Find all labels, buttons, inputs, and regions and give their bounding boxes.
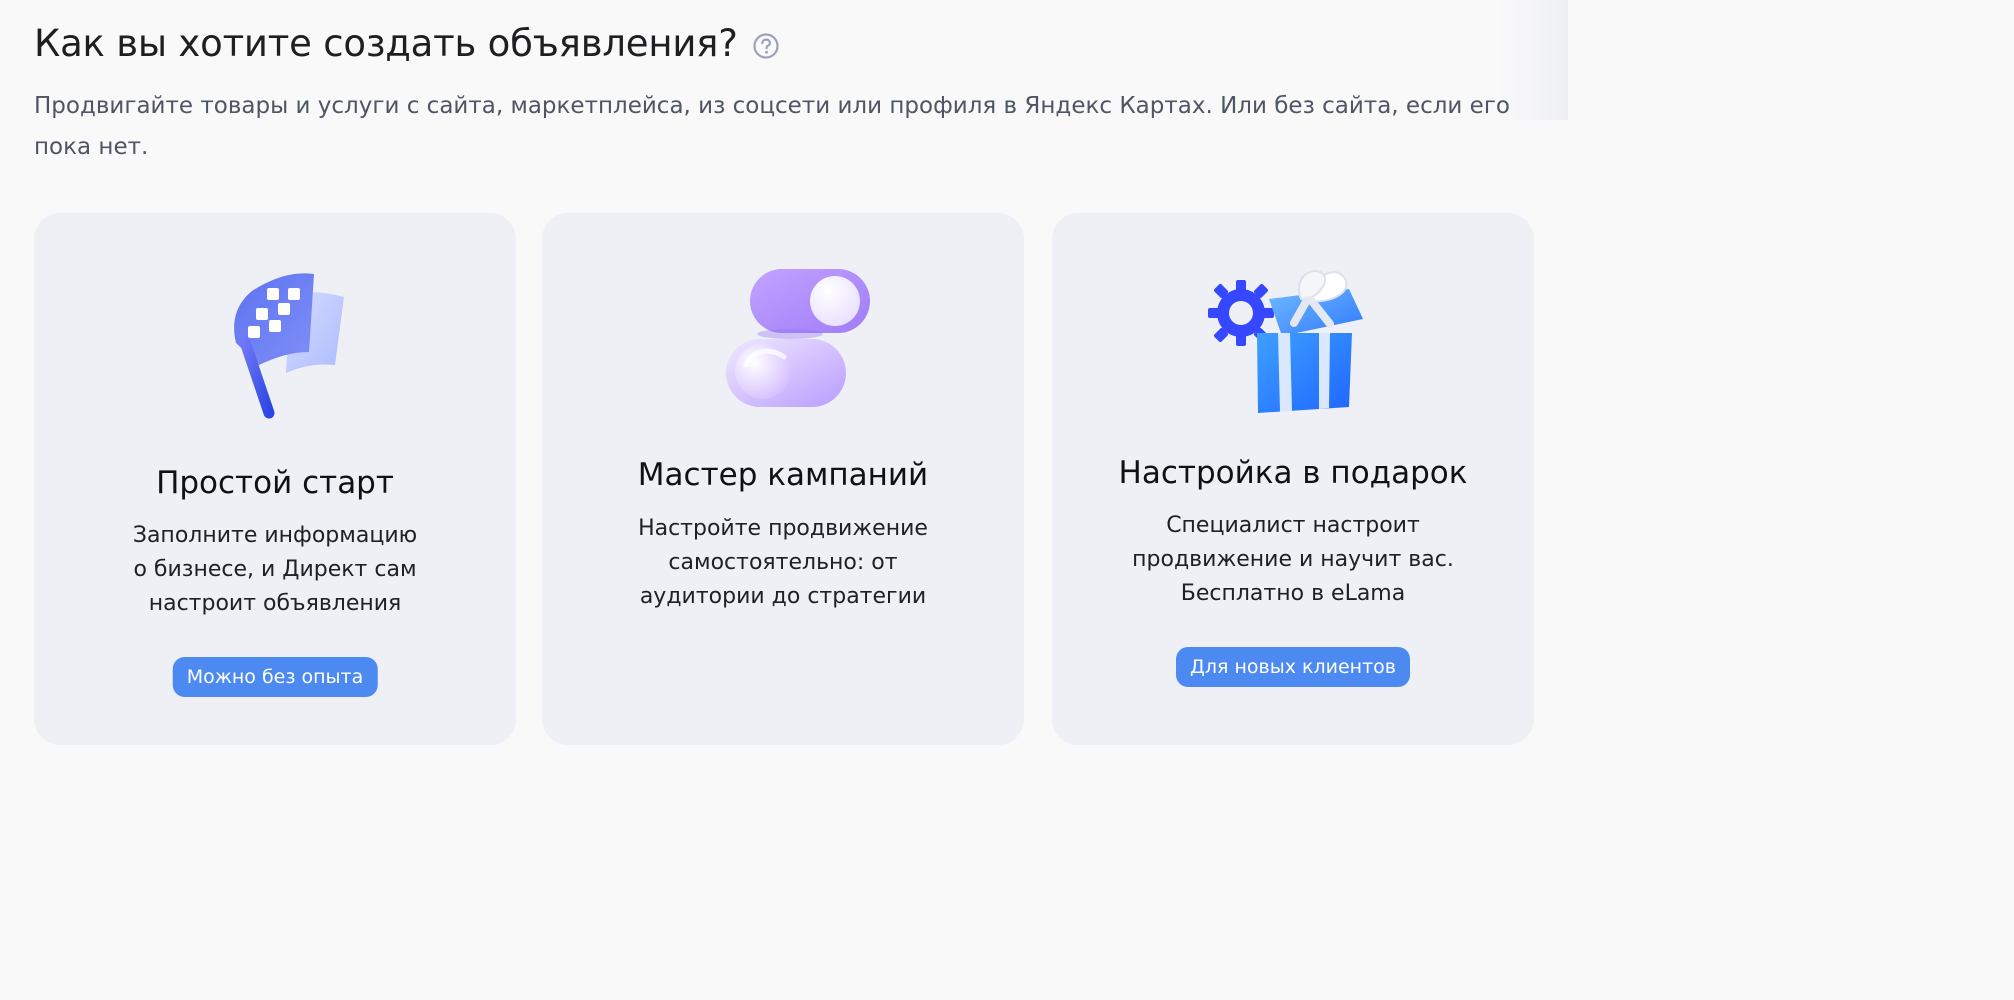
checkered-flag-art	[234, 273, 344, 419]
card-title: Мастер кампаний	[637, 457, 929, 493]
card-description: Настройте продвижение самостоятельно: от…	[638, 516, 928, 609]
question-circle-icon-svg	[753, 33, 779, 59]
option-card-gift-setup[interactable]: Настройка в подарок Специалист настроит …	[1052, 213, 1534, 745]
card-title: Настройка в подарок	[1118, 455, 1468, 491]
card-title: Простой старт	[156, 465, 394, 501]
header-title-row: Как вы хотите создать объявления?	[34, 18, 780, 70]
card-description: Специалист настроит продвижение и научит…	[1132, 513, 1454, 606]
option-card-campaign-master[interactable]: Мастер кампаний Настройте продвижение са…	[542, 213, 1024, 745]
toggle-switches-art	[726, 269, 870, 407]
gift-box-art	[1208, 270, 1363, 413]
toggle-switches-icon	[688, 261, 878, 431]
card-description: Заполните информацию о бизнесе, и Директ…	[132, 523, 418, 616]
checkered-flag-icon	[180, 261, 370, 431]
gift-box-icon	[1198, 261, 1388, 431]
option-card-simple-start[interactable]: Простой старт Заполните информацию о биз…	[34, 213, 516, 745]
experience-badge: Можно без опыта	[172, 657, 378, 697]
page-subtitle: Продвигайте товары и услуги с сайта, мар…	[34, 93, 1510, 160]
question-circle-icon[interactable]	[752, 32, 780, 60]
creation-options: Простой старт Заполните информацию о биз…	[34, 213, 1534, 745]
new-clients-badge: Для новых клиентов	[1176, 647, 1410, 687]
page-title: Как вы хотите создать объявления?	[34, 22, 738, 65]
